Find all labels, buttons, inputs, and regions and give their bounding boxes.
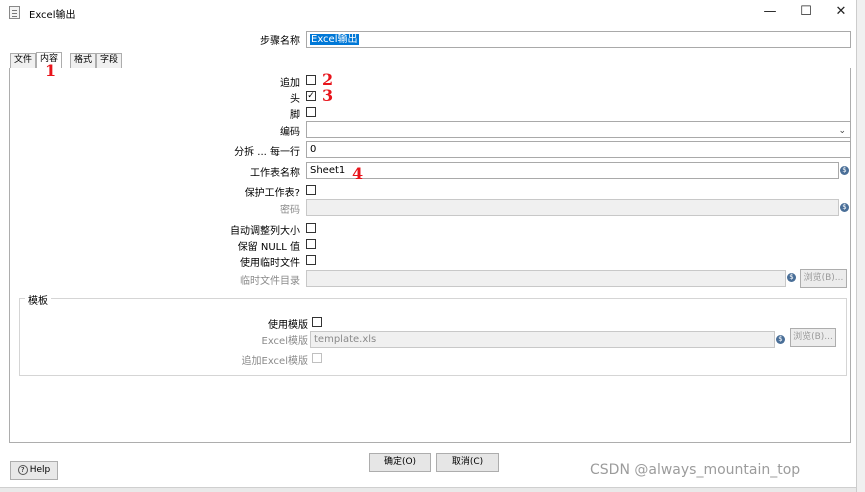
variable-icon[interactable]: $ — [776, 335, 785, 344]
encoding-select[interactable]: ⌄ — [306, 121, 851, 138]
ok-button[interactable]: 确定(O) — [369, 453, 431, 472]
use-template-label: 使用模版 — [268, 320, 308, 331]
auto-size-checkbox[interactable] — [306, 223, 316, 233]
excel-template-label: Excel模版 — [261, 336, 309, 347]
close-button[interactable]: ✕ — [823, 0, 859, 24]
excel-template-input[interactable]: template.xls — [310, 331, 775, 348]
encoding-label: 编码 — [280, 127, 300, 138]
tab-format[interactable]: 格式 — [70, 53, 96, 68]
use-temp-checkbox[interactable] — [306, 255, 316, 265]
sheet-name-input[interactable]: Sheet1 — [306, 162, 839, 179]
append-excel-template-label: 追加Excel模版 — [241, 356, 309, 367]
annotation-1: 1 — [45, 61, 57, 80]
chevron-down-icon: ⌄ — [838, 126, 846, 136]
protect-sheet-checkbox[interactable] — [306, 185, 316, 195]
retain-null-label: 保留 NULL 值 — [237, 242, 300, 253]
split-label: 分拆 ... 每一行 — [234, 147, 300, 158]
temp-dir-label: 临时文件目录 — [240, 276, 300, 287]
use-temp-label: 使用临时文件 — [240, 258, 300, 269]
watermark: CSDN @always_mountain_top — [590, 462, 801, 478]
annotation-3: 3 — [322, 86, 334, 105]
app-document-icon — [9, 6, 20, 19]
background-window-strip — [0, 487, 856, 492]
title-bar — [0, 0, 856, 26]
append-label: 追加 — [280, 78, 300, 89]
use-template-checkbox[interactable] — [312, 317, 322, 327]
variable-icon[interactable]: $ — [840, 166, 849, 175]
header-label: 头 — [290, 94, 300, 105]
temp-dir-browse-button[interactable]: 浏览(B)... — [800, 269, 847, 288]
auto-size-label: 自动调整列大小 — [230, 226, 300, 237]
step-name-value: Excel输出 — [310, 34, 359, 45]
minimize-button[interactable]: — — [752, 0, 788, 24]
background-window-edge — [856, 0, 865, 492]
split-input[interactable]: 0 — [306, 141, 851, 158]
cancel-button[interactable]: 取消(C) — [436, 453, 499, 472]
help-button-label: Help — [29, 465, 51, 475]
append-checkbox[interactable] — [306, 75, 316, 85]
variable-icon[interactable]: $ — [787, 273, 796, 282]
sheet-name-label: 工作表名称 — [250, 168, 300, 179]
password-input[interactable] — [306, 199, 839, 216]
retain-null-checkbox[interactable] — [306, 239, 316, 249]
append-excel-template-checkbox[interactable] — [312, 353, 322, 363]
footer-checkbox[interactable] — [306, 107, 316, 117]
tab-fields[interactable]: 字段 — [96, 53, 122, 68]
temp-dir-input[interactable] — [306, 270, 786, 287]
step-name-input[interactable]: Excel输出 — [306, 31, 851, 48]
window-title: Excel输出 — [29, 10, 76, 21]
annotation-4: 4 — [352, 164, 364, 183]
excel-template-browse-button[interactable]: 浏览(B)... — [790, 328, 836, 347]
variable-icon[interactable]: $ — [840, 203, 849, 212]
help-button[interactable]: ? Help — [10, 461, 58, 480]
footer-label: 脚 — [290, 110, 300, 121]
template-group-title: 模板 — [25, 292, 51, 307]
tab-file[interactable]: 文件 — [10, 53, 36, 68]
maximize-button[interactable]: ☐ — [788, 0, 824, 24]
help-icon: ? — [17, 465, 28, 475]
header-checkbox[interactable]: ✓ — [306, 91, 316, 101]
protect-sheet-label: 保护工作表? — [244, 188, 300, 199]
password-label: 密码 — [280, 205, 300, 216]
step-name-label: 步骤名称 — [260, 36, 300, 47]
